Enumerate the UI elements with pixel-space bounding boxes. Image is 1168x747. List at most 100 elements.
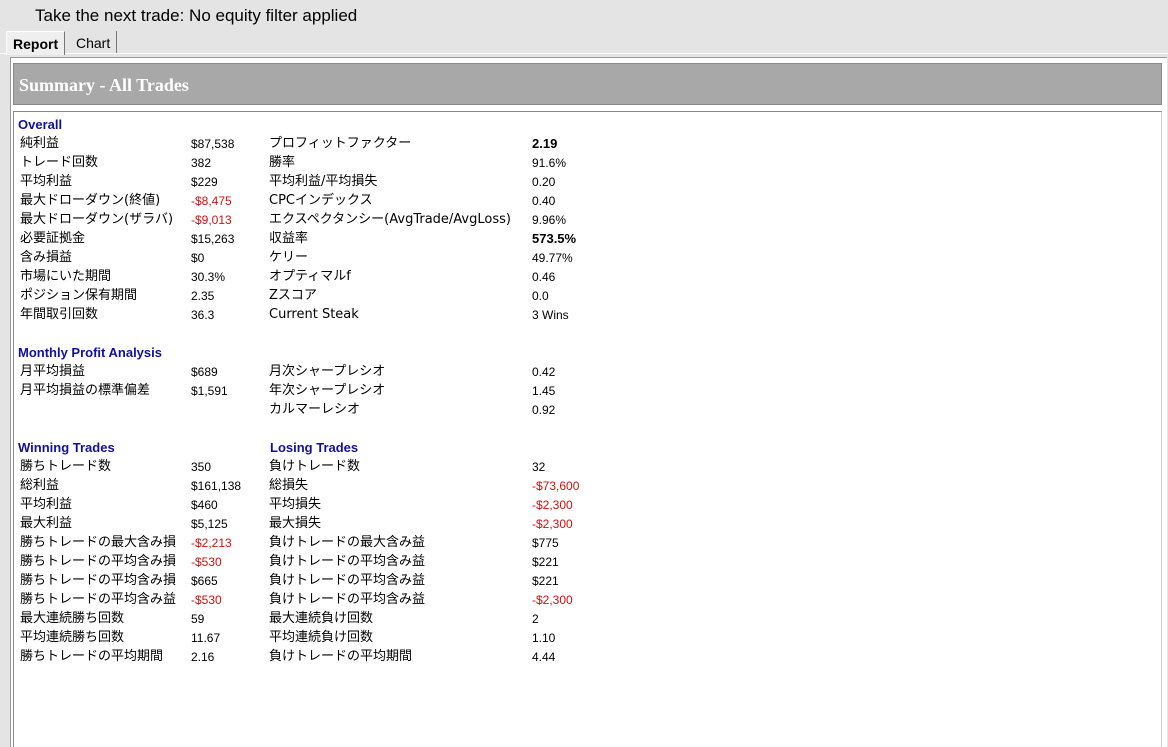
losing-label: 負けトレードの平均期間 xyxy=(269,649,413,664)
winning-value: $665 xyxy=(191,574,218,588)
window-title: Take the next trade: No equity filter ap… xyxy=(35,6,358,25)
losing-label: 負けトレードの最大含み益 xyxy=(269,535,426,550)
overall-left-label: 含み損益 xyxy=(20,250,73,265)
section-monthly-heading: Monthly Profit Analysis xyxy=(18,345,162,360)
overall-left-label: 年間取引回数 xyxy=(20,307,99,322)
tab-divider xyxy=(0,53,1168,54)
overall-right-value: 3 Wins xyxy=(532,308,569,322)
winning-label: 勝ちトレードの平均含み損 xyxy=(20,573,177,588)
overall-left-label: 平均利益 xyxy=(20,174,73,189)
overall-left-label: 純利益 xyxy=(20,136,60,151)
overall-left-label: 最大ドローダウン(ザラバ) xyxy=(20,212,174,227)
losing-value: -$73,600 xyxy=(532,479,580,493)
losing-value: $221 xyxy=(532,555,559,569)
overall-right-label: エクスペクタンシー(AvgTrade/AvgLoss) xyxy=(269,212,511,227)
monthly-left-label: 月平均損益 xyxy=(20,364,86,379)
losing-value: -$2,300 xyxy=(532,498,573,512)
losing-value: -$2,300 xyxy=(532,593,573,607)
section-losing-heading: Losing Trades xyxy=(270,440,359,455)
winning-value: 2.16 xyxy=(191,650,215,664)
losing-value: 1.10 xyxy=(532,631,556,645)
tab-bar: Report Chart xyxy=(6,31,1168,55)
overall-left-label: 最大ドローダウン(終値) xyxy=(20,193,161,208)
winning-label: 勝ちトレードの平均含み損 xyxy=(20,554,177,569)
monthly-left-value: $689 xyxy=(191,365,218,379)
winning-value: 59 xyxy=(191,612,205,626)
losing-value: 32 xyxy=(532,460,546,474)
overall-left-label: ポジション保有期間 xyxy=(20,288,138,303)
winning-value: $5,125 xyxy=(191,517,228,531)
winning-label: 勝ちトレード数 xyxy=(20,459,112,474)
losing-label: 平均連続負け回数 xyxy=(269,630,374,645)
winning-value: $161,138 xyxy=(191,479,242,493)
overall-left-label: 必要証拠金 xyxy=(20,231,86,246)
overall-left-value: -$9,013 xyxy=(191,213,232,227)
overall-right-label: 平均利益/平均損失 xyxy=(269,174,378,189)
monthly-left-label: 月平均損益の標準偏差 xyxy=(20,383,151,398)
losing-label: 総損失 xyxy=(269,478,309,493)
monthly-left-value: $1,591 xyxy=(191,384,228,398)
overall-right-value: 573.5% xyxy=(532,231,577,246)
tab-report[interactable]: Report xyxy=(6,31,66,55)
report-panel[interactable]: Summary - All Trades Overall Monthly Pro… xyxy=(10,57,1167,747)
overall-right-label: 収益率 xyxy=(269,231,309,246)
overall-right-value: 9.96% xyxy=(532,213,567,227)
winning-value: -$2,213 xyxy=(191,536,232,550)
overall-right-value: 2.19 xyxy=(532,136,558,151)
losing-label: 最大損失 xyxy=(269,516,322,531)
overall-left-value: 2.35 xyxy=(191,289,215,303)
overall-left-value: 382 xyxy=(191,156,212,170)
report-body: Overall Monthly Profit Analysis Winning … xyxy=(13,111,1162,747)
summary-header: Summary - All Trades xyxy=(13,63,1162,105)
overall-right-label: プロフィットファクター xyxy=(269,136,412,151)
winning-value: -$530 xyxy=(191,593,222,607)
losing-label: 負けトレードの平均含み益 xyxy=(269,573,426,588)
overall-right-value: 0.46 xyxy=(532,270,556,284)
losing-value: 2 xyxy=(532,612,539,626)
overall-left-value: -$8,475 xyxy=(191,194,232,208)
summary-title: Summary - All Trades xyxy=(19,75,189,95)
losing-label: 最大連続負け回数 xyxy=(269,611,374,626)
winning-label: 最大利益 xyxy=(20,516,73,531)
losing-label: 平均損失 xyxy=(269,497,322,512)
overall-left-value: $15,263 xyxy=(191,232,235,246)
monthly-right-value: 0.92 xyxy=(532,403,556,417)
losing-value: -$2,300 xyxy=(532,517,573,531)
overall-left-value: $87,538 xyxy=(191,137,235,151)
winning-value: 350 xyxy=(191,460,212,474)
winning-label: 勝ちトレードの最大含み損 xyxy=(20,535,177,550)
overall-right-value: 91.6% xyxy=(532,156,567,170)
winning-value: -$530 xyxy=(191,555,222,569)
overall-right-label: CPCインデックス xyxy=(269,193,373,208)
overall-right-label: Current Steak xyxy=(269,307,359,322)
monthly-right-value: 0.42 xyxy=(532,365,556,379)
winning-value: 11.67 xyxy=(191,631,221,645)
overall-left-value: 30.3% xyxy=(191,270,226,284)
winning-label: 総利益 xyxy=(20,478,60,493)
overall-right-label: Zスコア xyxy=(269,288,317,303)
section-winning-heading: Winning Trades xyxy=(18,440,115,455)
monthly-right-label: 年次シャープレシオ xyxy=(269,383,386,398)
losing-value: $775 xyxy=(532,536,559,550)
monthly-right-label: カルマーレシオ xyxy=(269,402,361,417)
losing-value: $221 xyxy=(532,574,559,588)
losing-label: 負けトレード数 xyxy=(269,459,361,474)
tab-chart[interactable]: Chart xyxy=(70,31,118,53)
overall-right-value: 0.20 xyxy=(532,175,556,189)
winning-label: 平均連続勝ち回数 xyxy=(20,630,125,645)
overall-right-value: 0.40 xyxy=(532,194,556,208)
monthly-right-value: 1.45 xyxy=(532,384,556,398)
overall-left-value: $0 xyxy=(191,251,205,265)
overall-left-label: 市場にいた期間 xyxy=(20,269,112,284)
winning-label: 勝ちトレードの平均含み益 xyxy=(20,592,177,607)
winning-value: $460 xyxy=(191,498,218,512)
overall-right-label: オプティマルf xyxy=(269,269,351,284)
monthly-right-label: 月次シャープレシオ xyxy=(269,364,386,379)
overall-right-label: 勝率 xyxy=(269,155,296,170)
winning-label: 勝ちトレードの平均期間 xyxy=(20,649,164,664)
losing-value: 4.44 xyxy=(532,650,556,664)
losing-label: 負けトレードの平均含み益 xyxy=(269,554,426,569)
overall-right-label: ケリー xyxy=(269,250,309,265)
losing-label: 負けトレードの平均含み益 xyxy=(269,592,426,607)
section-overall-heading: Overall xyxy=(18,117,63,132)
